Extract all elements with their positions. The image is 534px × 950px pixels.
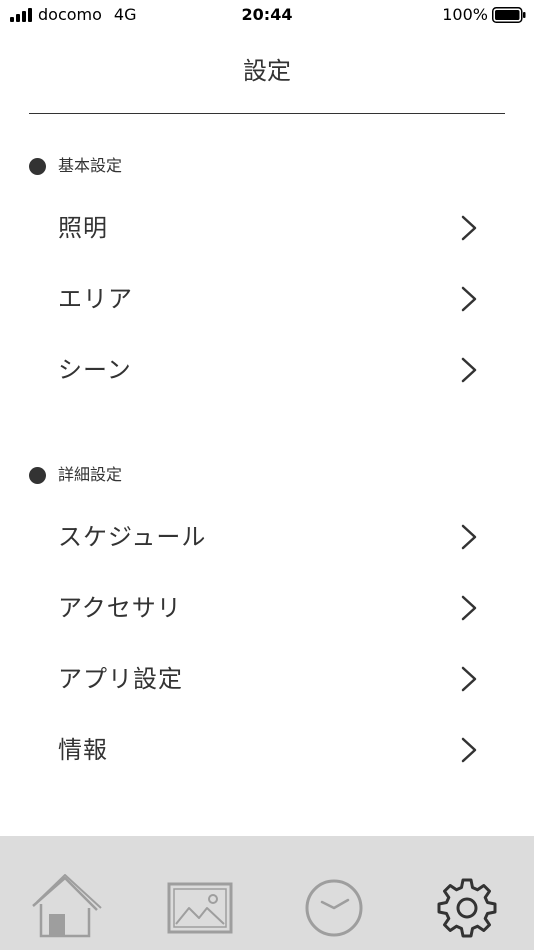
section-title-advanced: 詳細設定 [29, 463, 122, 487]
picture-icon [167, 882, 232, 934]
menu-item-label: エリア [58, 285, 133, 313]
menu-item-label: アプリ設定 [58, 665, 183, 693]
gear-icon [437, 878, 496, 938]
menu-item-label: アクセサリ [58, 594, 182, 622]
status-right: 100% [442, 5, 526, 25]
chevron-right-icon [461, 215, 477, 241]
chevron-right-icon [461, 286, 477, 312]
battery-percentage: 100% [442, 5, 488, 24]
bullet-icon [29, 157, 46, 175]
chevron-right-icon [461, 357, 477, 383]
section-label: 基本設定 [58, 156, 123, 175]
menu-item-area[interactable]: エリア [0, 269, 534, 329]
menu-item-label: 照明 [58, 214, 108, 242]
menu-item-accessory[interactable]: アクセサリ [0, 578, 534, 638]
chevron-right-icon [461, 666, 477, 692]
status-bar: docomo 4G 20:44 100% [0, 0, 534, 32]
tab-pictures[interactable] [133, 836, 266, 950]
settings-screen: docomo 4G 20:44 100% 設定 基本設定 照明 エリア シーン [0, 0, 534, 950]
bullet-icon [29, 466, 46, 484]
menu-item-lighting[interactable]: 照明 [0, 198, 534, 258]
section-label: 詳細設定 [58, 465, 123, 484]
chevron-right-icon [461, 595, 477, 621]
menu-item-label: スケジュール [58, 523, 207, 551]
menu-item-app-settings[interactable]: アプリ設定 [0, 649, 534, 709]
menu-item-scene[interactable]: シーン [0, 340, 534, 400]
menu-item-schedule[interactable]: スケジュール [0, 507, 534, 567]
chevron-right-icon [461, 524, 477, 550]
tab-schedule-clock[interactable] [267, 836, 400, 950]
menu-item-label: 情報 [58, 736, 108, 764]
section-title-basic: 基本設定 [29, 154, 122, 178]
tab-settings[interactable] [400, 836, 533, 950]
chevron-right-icon [461, 737, 477, 763]
menu-item-info[interactable]: 情報 [0, 720, 534, 780]
header-divider [29, 113, 505, 114]
tab-bar [0, 836, 534, 950]
tab-home[interactable] [0, 836, 133, 950]
menu-item-label: シーン [58, 356, 132, 384]
page-title: 設定 [243, 57, 291, 85]
clock-icon [305, 879, 362, 937]
battery-icon [492, 7, 526, 23]
home-icon [31, 874, 102, 938]
